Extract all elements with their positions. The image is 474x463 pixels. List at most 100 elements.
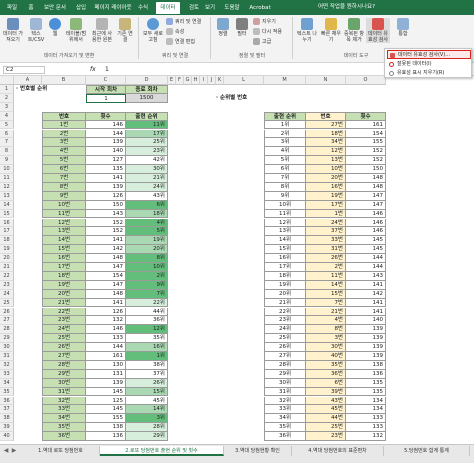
left-rank-cell[interactable]: 15위	[126, 387, 168, 397]
left-count-cell[interactable]: 133	[86, 334, 126, 344]
right-rank-cell[interactable]: 27위	[264, 352, 306, 361]
right-rank-cell[interactable]: 26위	[264, 343, 306, 352]
left-count-cell[interactable]: 127	[86, 156, 126, 166]
left-rank-cell[interactable]: 8위	[126, 254, 168, 263]
right-rank-cell[interactable]: 13위	[264, 227, 306, 237]
left-number-cell[interactable]: 18번	[42, 271, 86, 281]
row-header[interactable]: 38	[0, 414, 14, 424]
left-rank-cell[interactable]: 2위	[126, 271, 168, 281]
right-number-cell[interactable]: 21번	[306, 307, 346, 317]
row-header[interactable]: 3	[0, 102, 14, 112]
column-header-k[interactable]: K	[216, 76, 224, 85]
right-rank-cell[interactable]: 19위	[264, 280, 306, 290]
refresh-all-button[interactable]: 모두 새로 고침	[142, 18, 164, 43]
right-rank-cell[interactable]: 9위	[264, 191, 306, 201]
left-rank-cell[interactable]: 28위	[126, 423, 168, 433]
ribbon-tab-9[interactable]: 도움말	[222, 2, 242, 14]
ribbon-tab-0[interactable]: 파일	[4, 2, 20, 14]
left-number-cell[interactable]: 35번	[42, 423, 86, 433]
left-count-cell[interactable]: 152	[86, 218, 126, 228]
menu-item-circle-invalid[interactable]: 잘못된 데이터(I)	[387, 60, 471, 69]
right-count-cell[interactable]: 136	[346, 369, 386, 379]
column-header-b[interactable]: B	[42, 76, 86, 85]
right-number-cell[interactable]: 35번	[306, 360, 346, 370]
left-count-cell[interactable]: 126	[86, 307, 126, 317]
right-number-cell[interactable]: 23번	[306, 432, 346, 441]
left-rank-cell[interactable]: 18위	[126, 209, 168, 219]
row-header[interactable]: 28	[0, 325, 14, 335]
right-count-cell[interactable]: 143	[346, 271, 386, 281]
left-rank-cell[interactable]: 23위	[126, 147, 168, 157]
row-header[interactable]: 34	[0, 378, 14, 388]
row-header[interactable]: 24	[0, 289, 14, 299]
row-header[interactable]: 33	[0, 369, 14, 379]
ribbon-tab-2[interactable]: 보안 문서	[42, 2, 68, 14]
right-rank-cell[interactable]: 5위	[264, 156, 306, 166]
left-count-cell[interactable]: 132	[86, 316, 126, 326]
right-count-cell[interactable]: 135	[346, 387, 386, 397]
left-count-cell[interactable]: 154	[86, 271, 126, 281]
row-header[interactable]: 2	[0, 93, 14, 103]
left-number-cell[interactable]: 1번	[42, 120, 86, 130]
right-count-cell[interactable]: 142	[346, 289, 386, 299]
left-count-cell[interactable]: 141	[86, 298, 126, 308]
right-rank-cell[interactable]: 32위	[264, 396, 306, 406]
column-header-g[interactable]: G	[184, 76, 192, 85]
row-header[interactable]: 40	[0, 432, 14, 441]
right-count-cell[interactable]: 141	[346, 280, 386, 290]
left-number-cell[interactable]: 30번	[42, 378, 86, 388]
right-count-cell[interactable]: 146	[346, 227, 386, 237]
right-rank-cell[interactable]: 33위	[264, 405, 306, 415]
recent-sources-button[interactable]: 최근에 사용한 원본	[90, 18, 114, 43]
right-number-cell[interactable]: 11번	[306, 271, 346, 281]
row-header[interactable]: 23	[0, 280, 14, 290]
data-validation-button[interactable]: 데이터 유효성 검사	[366, 18, 390, 43]
row-header[interactable]: 10	[0, 165, 14, 174]
left-count-cell[interactable]: 145	[86, 387, 126, 397]
row-header[interactable]: 35	[0, 387, 14, 397]
left-rank-cell[interactable]: 6위	[126, 200, 168, 210]
right-count-cell[interactable]: 145	[346, 236, 386, 246]
left-rank-cell[interactable]: 17위	[126, 129, 168, 139]
row-header[interactable]: 7	[0, 138, 14, 148]
right-number-cell[interactable]: 13번	[306, 156, 346, 166]
right-count-cell[interactable]: 140	[346, 316, 386, 326]
left-count-cell[interactable]: 147	[86, 263, 126, 272]
edit-links-button[interactable]: 연결 편집	[166, 38, 206, 45]
left-count-cell[interactable]: 130	[86, 360, 126, 370]
left-count-cell[interactable]: 146	[86, 120, 126, 130]
right-count-cell[interactable]: 133	[346, 414, 386, 424]
right-number-cell[interactable]: 6번	[306, 378, 346, 388]
left-rank-cell[interactable]: 1위	[126, 352, 168, 361]
right-number-cell[interactable]: 36번	[306, 369, 346, 379]
row-header[interactable]: 31	[0, 352, 14, 361]
right-number-cell[interactable]: 3번	[306, 334, 346, 344]
ribbon-tab-4[interactable]: 페이지 레이아웃	[94, 2, 132, 14]
left-rank-cell[interactable]: 30위	[126, 165, 168, 174]
right-count-cell[interactable]: 147	[346, 200, 386, 210]
right-number-cell[interactable]: 24번	[306, 218, 346, 228]
select-all-corner[interactable]	[0, 76, 14, 85]
row-header[interactable]: 8	[0, 147, 14, 157]
right-count-cell[interactable]: 135	[346, 378, 386, 388]
sheet-tab-3[interactable]: 3.역대 당첨현황 확인	[224, 446, 292, 456]
row-header[interactable]: 13	[0, 191, 14, 201]
left-number-cell[interactable]: 23번	[42, 316, 86, 326]
right-number-cell[interactable]: 17번	[306, 200, 346, 210]
left-number-cell[interactable]: 9번	[42, 191, 86, 201]
menu-item-clear-circles[interactable]: 유효성 표시 지우기(R)	[387, 69, 471, 78]
left-count-cell[interactable]: 143	[86, 209, 126, 219]
ribbon-tab-3[interactable]: 삽입	[74, 2, 88, 14]
row-header[interactable]: 12	[0, 182, 14, 192]
right-count-cell[interactable]: 139	[346, 352, 386, 361]
right-number-cell[interactable]: 39번	[306, 387, 346, 397]
right-rank-cell[interactable]: 3위	[264, 138, 306, 148]
left-rank-cell[interactable]: 44위	[126, 307, 168, 317]
left-number-cell[interactable]: 28번	[42, 360, 86, 370]
right-count-cell[interactable]: 141	[346, 298, 386, 308]
left-count-cell[interactable]: 135	[86, 165, 126, 174]
ribbon-tab-8[interactable]: 보기	[204, 2, 216, 14]
left-count-cell[interactable]: 136	[86, 432, 126, 441]
right-count-cell[interactable]: 132	[346, 432, 386, 441]
left-rank-cell[interactable]: 29위	[126, 432, 168, 441]
